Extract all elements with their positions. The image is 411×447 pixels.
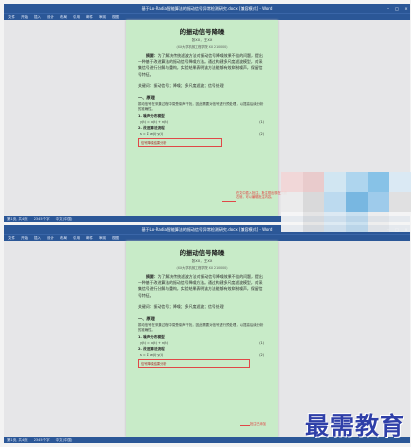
equation-text: y(t) = x(t) + n(t) [140, 340, 169, 345]
title-bar: 基于Lo-Radia智能算法的振动信号异常检测研究.docx [兼容模式] - … [4, 4, 410, 13]
mosaic-block [345, 192, 368, 212]
status-lang: 中文(中国) [55, 217, 73, 221]
equation-2: s = Σ w(i)·y(i) (2) [140, 353, 264, 357]
annotation-connector [222, 201, 236, 202]
equation-1: y(t) = x(t) + n(t) (1) [140, 120, 264, 124]
abstract-text: 为了解决传统滤波方法对振动信号降噪效果不佳的问题，提出一种基于改进算法的振动信号… [138, 53, 263, 77]
status-page: 第1页, 共4页 [7, 438, 28, 442]
minimize-icon[interactable]: – [386, 4, 390, 13]
mosaic-block [302, 212, 325, 232]
mosaic-block [345, 212, 368, 232]
subsection-heading: 1. 噪声分布模型 [138, 113, 165, 118]
annotation-connector [240, 425, 250, 426]
paper-abstract: 摘要：为了解决传统滤波方法对振动信号降噪效果不佳的问题，提出一种基于改进算法的振… [138, 53, 266, 78]
mosaic-block [302, 192, 325, 212]
equation-number: (1) [259, 119, 264, 124]
section-body: 振动信号在采集过程中易受噪声干扰，因此需要对信号进行预处理，以提高后续分析的准确… [138, 101, 264, 111]
paper-title: 的振动信号降噪 [179, 249, 225, 257]
highlighted-selection[interactable]: 信号降噪结果分析 [138, 137, 222, 147]
window-title: 基于Lo-Radia智能算法的振动信号异常检测研究.docx [兼容模式] - … [141, 6, 273, 11]
mosaic-block [367, 192, 390, 212]
document-page[interactable]: 的振动信号降噪 张XX，王XX (XX大学机械工程学院 XX 210000) 摘… [126, 20, 278, 216]
status-words: 2345个字 [33, 217, 50, 221]
mosaic-block [281, 212, 303, 232]
equation-1: y(t) = x(t) + n(t) (1) [140, 341, 264, 345]
document-page[interactable]: 的振动信号降噪 张XX，王XX (XX大学机械工程学院 XX 210000) 摘… [126, 241, 278, 437]
paper-keywords: 关键词：振动信号；降噪；多尺度滤波；信号处理 [138, 303, 224, 309]
status-page: 第1页, 共4页 [7, 217, 28, 221]
section-body: 振动信号在采集过程中易受噪声干扰，因此需要对信号进行预处理，以提高后续分析的准确… [138, 322, 264, 332]
paper-affiliation: (XX大学机械工程学院 XX 210000) [176, 266, 228, 270]
ribbon-tabs: 文件 开始 插入 设计 布局 引用 邮件 审阅 视图 [4, 13, 410, 20]
highlighted-selection[interactable]: 信号降噪结果分析 [138, 358, 250, 368]
subsection-heading: 2. 改进算法流程 [138, 346, 165, 351]
mosaic-block [324, 172, 346, 192]
paper-keywords: 关键词：振动信号；降噪；多尺度滤波；信号处理 [138, 82, 224, 88]
mosaic-block [367, 212, 390, 232]
section-heading: 一、原理 [138, 94, 155, 100]
mosaic-block [389, 192, 411, 212]
paper-affiliation: (XX大学机械工程学院 XX 210000) [176, 45, 228, 49]
pixelated-overlay [281, 172, 411, 232]
paper-authors: 张XX，王XX [191, 259, 213, 263]
equation-text: y(t) = x(t) + n(t) [140, 119, 169, 124]
maximize-icon[interactable]: □ [395, 4, 399, 13]
mosaic-block [324, 212, 346, 232]
equation-text: s = Σ w(i)·y(i) [140, 131, 164, 136]
paper-abstract: 摘要：为了解决传统滤波方法对振动信号降噪效果不佳的问题，提出一种基于改进算法的振… [138, 274, 266, 299]
mosaic-block [389, 212, 411, 232]
abstract-text: 为了解决传统滤波方法对振动信号降噪效果不佳的问题，提出一种基于改进算法的振动信号… [138, 274, 263, 298]
annotation-callout: 批注已添加 [250, 422, 266, 426]
paper-title: 的振动信号降噪 [179, 28, 225, 36]
status-words: 2345个字 [33, 438, 50, 442]
equation-number: (1) [259, 340, 264, 345]
mosaic-block [324, 192, 346, 212]
equation-2: s = Σ w(i)·y(i) (2) [140, 132, 264, 136]
subsection-heading: 2. 改进算法流程 [138, 125, 165, 130]
subsection-heading: 1. 噪声分布模型 [138, 334, 165, 339]
section-heading: 一、原理 [138, 315, 155, 321]
mosaic-block [281, 192, 303, 212]
abstract-label: 摘要： [146, 53, 158, 58]
equation-number: (2) [259, 352, 264, 357]
mosaic-block [281, 172, 303, 192]
equation-number: (2) [259, 131, 264, 136]
mosaic-block [389, 172, 411, 192]
mosaic-block [345, 172, 368, 192]
status-lang: 中文(中国) [55, 438, 73, 442]
close-icon[interactable]: × [404, 4, 408, 13]
ribbon-tabs: 文件 开始 插入 设计 布局 引用 邮件 审阅 视图 [4, 234, 410, 241]
equation-text: s = Σ w(i)·y(i) [140, 352, 164, 357]
mosaic-block [302, 172, 325, 192]
paper-authors: 张XX，王XX [191, 38, 213, 42]
abstract-label: 摘要： [146, 274, 158, 279]
mosaic-block [367, 172, 390, 192]
watermark-logo: 最需教育 [305, 411, 405, 440]
